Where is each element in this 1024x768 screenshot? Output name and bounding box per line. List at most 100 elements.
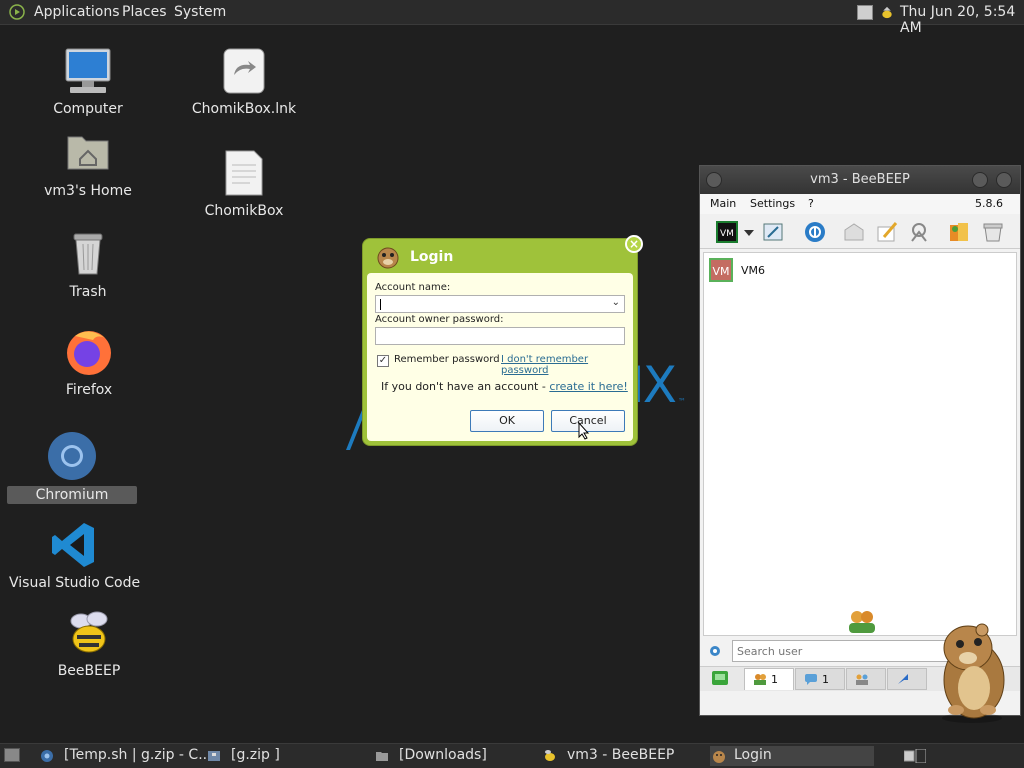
gear-icon[interactable]: [708, 644, 722, 658]
status-vm-icon[interactable]: VM: [716, 221, 738, 243]
folder-icon: [376, 752, 388, 761]
places-menu[interactable]: Places: [122, 4, 167, 20]
password-label: Account owner password:: [375, 314, 504, 325]
user-list: VM VM6: [703, 252, 1017, 636]
shortcut-file-icon: [223, 48, 265, 94]
window-titlebar[interactable]: vm3 - BeeBEEP: [700, 166, 1020, 194]
desktop-icon-chomikbox[interactable]: ChomikBox: [179, 147, 309, 219]
applications-menu-icon[interactable]: [9, 4, 25, 20]
message-icon[interactable]: [843, 221, 865, 243]
file-share-icon[interactable]: [948, 221, 970, 243]
minimize-button[interactable]: [972, 172, 988, 188]
network-tray-icon[interactable]: [857, 5, 873, 20]
forgot-password-link[interactable]: I don't remember password: [501, 354, 633, 376]
bottom-panel: [Temp.sh | g.zip - C... [g.zip ] [Downlo…: [0, 743, 1024, 768]
users-group-icon: [849, 611, 875, 633]
write-icon[interactable]: [876, 221, 898, 243]
desktop-icon-label: Chromium: [7, 486, 137, 504]
desktop-icon-label: vm3's Home: [44, 183, 132, 199]
system-menu[interactable]: System: [174, 4, 226, 20]
applications-menu[interactable]: Applications: [34, 4, 120, 20]
beebeep-icon: [545, 750, 555, 761]
desktop-icon-trash[interactable]: Trash: [23, 228, 153, 300]
taskbar-item-label: [Temp.sh | g.zip - C...: [64, 747, 212, 763]
menubar: Main Settings ? 5.8.6: [700, 194, 1020, 214]
chromium-icon: [41, 750, 53, 762]
edit-profile-icon[interactable]: [762, 221, 784, 243]
archive-icon: [208, 751, 220, 761]
no-account-text: If you don't have an account -: [381, 380, 550, 393]
desktop-icon-label: Trash: [69, 284, 107, 300]
desktop-icon-chromium[interactable]: Chromium: [7, 430, 137, 504]
remember-password-checkbox[interactable]: ✓: [377, 355, 389, 367]
create-account-prompt: If you don't have an account - create it…: [381, 380, 628, 393]
avatar: VM: [709, 258, 733, 282]
groups-icon: [856, 674, 868, 685]
desktop-icon-label: BeeBEEP: [57, 663, 121, 679]
tab-count: 1: [822, 673, 829, 686]
trash-icon: [73, 233, 103, 275]
computer-icon: [65, 48, 111, 93]
taskbar-item-label: vm3 - BeeBEEP: [567, 747, 675, 763]
menu-main[interactable]: Main: [710, 197, 736, 210]
firefox-icon: [67, 331, 111, 375]
user-name: VM6: [741, 264, 766, 277]
chevron-down-icon[interactable]: [744, 230, 754, 236]
version-label: 5.8.6: [975, 197, 1003, 210]
taskbar-item-beebeep[interactable]: vm3 - BeeBEEP: [543, 746, 703, 766]
tab-chats[interactable]: 1: [795, 668, 845, 690]
tab-share[interactable]: [887, 668, 927, 690]
desktop-icon-label: Visual Studio Code: [9, 575, 141, 591]
desktop-icon-firefox[interactable]: Firefox: [24, 326, 154, 398]
users-icon: [754, 674, 766, 685]
home-folder-icon: [67, 136, 109, 170]
network-icon[interactable]: [804, 221, 826, 243]
clock[interactable]: Thu Jun 20, 5:54 AM: [900, 4, 1024, 36]
chromium-icon: [48, 432, 96, 480]
password-field[interactable]: [375, 327, 625, 345]
menu-settings[interactable]: Settings: [750, 197, 795, 210]
taskbar-item-login[interactable]: Login: [710, 746, 874, 766]
taskbar-item-label: [g.zip ]: [231, 747, 280, 763]
desktop-icon-vscode[interactable]: Visual Studio Code: [9, 519, 141, 591]
create-account-link[interactable]: create it here!: [549, 380, 627, 393]
taskbar-item-label: Login: [734, 747, 772, 763]
desktop-icon-label: ChomikBox.lnk: [191, 101, 297, 117]
mouse-pointer-icon: [578, 422, 590, 440]
show-desktop-icon[interactable]: [4, 748, 20, 762]
tab-count: 1: [771, 673, 778, 686]
desktop-icon-chomikbox-lnk[interactable]: ChomikBox.lnk: [179, 45, 309, 117]
online-status-icon[interactable]: [712, 671, 728, 685]
login-dialog: Login × Account name: ⌄ Account owner pa…: [362, 235, 643, 446]
taskbar-item-label: [Downloads]: [399, 747, 487, 763]
workspace-switcher-icon[interactable]: [904, 749, 926, 763]
desktop-icon-label: Computer: [53, 101, 123, 117]
ok-button[interactable]: OK: [470, 410, 544, 432]
beebeep-tray-icon[interactable]: [879, 5, 895, 20]
login-form: Account name: ⌄ Account owner password: …: [367, 273, 633, 441]
taskbar-item-archive[interactable]: [g.zip ]: [207, 746, 367, 766]
taskbar-item-downloads[interactable]: [Downloads]: [375, 746, 535, 766]
chevron-down-icon[interactable]: ⌄: [612, 297, 620, 308]
menu-help[interactable]: ?: [808, 197, 814, 210]
toolbar: VM: [700, 214, 1020, 249]
beebeep-hamster-icon: [377, 247, 399, 269]
folder-box-icon[interactable]: [982, 221, 1004, 243]
remember-password-label[interactable]: Remember password: [394, 354, 500, 365]
account-name-field[interactable]: ⌄: [375, 295, 625, 313]
desktop-icon-label: ChomikBox: [204, 203, 284, 219]
tab-users[interactable]: 1: [744, 668, 794, 690]
chat-icon: [805, 674, 817, 685]
maximize-button[interactable]: [996, 172, 1012, 188]
settings-tools-icon[interactable]: [908, 221, 930, 243]
svg-text:VM: VM: [720, 229, 734, 239]
wallpaper-logo-trademark: ™: [678, 397, 686, 406]
desktop-icon-home[interactable]: vm3's Home: [23, 127, 153, 199]
text-file-icon: [225, 150, 263, 196]
close-icon[interactable]: ×: [625, 235, 643, 253]
desktop-icon-beebeep[interactable]: BeeBEEP: [24, 607, 154, 679]
hamster-mascot-icon: [942, 623, 1005, 723]
desktop-icon-computer[interactable]: Computer: [23, 45, 153, 117]
taskbar-item-chromium[interactable]: [Temp.sh | g.zip - C...: [40, 746, 212, 766]
tab-groups[interactable]: [846, 668, 886, 690]
